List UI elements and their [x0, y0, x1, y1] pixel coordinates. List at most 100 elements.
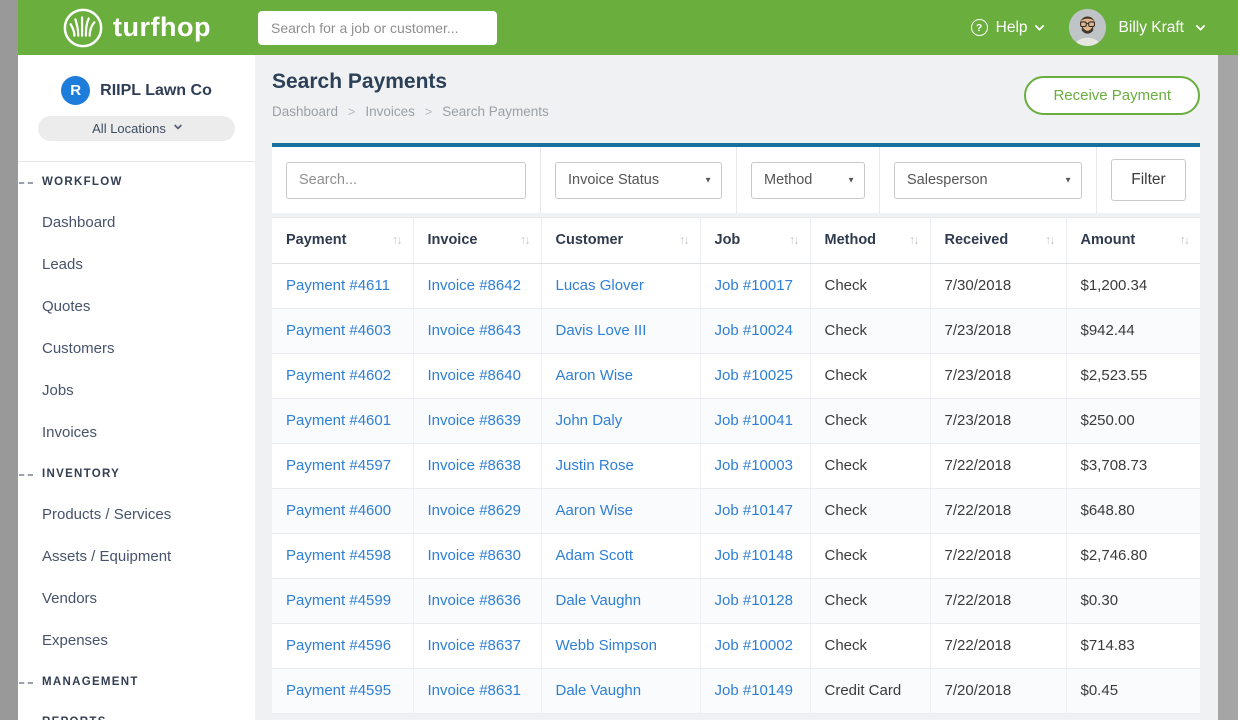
invoice-link[interactable]: Invoice #8642: [428, 277, 521, 294]
invoice-link[interactable]: Invoice #8643: [428, 322, 521, 339]
sidebar-item-leads[interactable]: Leads: [18, 244, 255, 286]
payment-link[interactable]: Payment #4598: [286, 547, 391, 564]
received-cell: 7/23/2018: [930, 308, 1066, 353]
customer-link[interactable]: Adam Scott: [556, 547, 634, 564]
location-selector[interactable]: All Locations: [38, 116, 235, 141]
payment-link[interactable]: Payment #4601: [286, 412, 391, 429]
filter-bar: Invoice Status Method Salesperson Filter: [272, 147, 1200, 213]
received-cell: 7/30/2018: [930, 263, 1066, 308]
payment-link[interactable]: Payment #4602: [286, 367, 391, 384]
salesperson-select[interactable]: Salesperson: [894, 162, 1082, 199]
sidebar-item-dashboard[interactable]: Dashboard: [18, 202, 255, 244]
help-label: Help: [996, 19, 1028, 37]
help-menu[interactable]: ? Help: [971, 19, 1043, 37]
received-cell: 7/20/2018: [930, 668, 1066, 713]
customer-link[interactable]: Aaron Wise: [556, 367, 634, 384]
method-cell: Check: [810, 533, 930, 578]
section-header-workflow: WORKFLOW: [18, 162, 255, 202]
customer-link[interactable]: Dale Vaughn: [556, 592, 642, 609]
job-link[interactable]: Job #10041: [715, 412, 793, 429]
payment-link[interactable]: Payment #4611: [286, 277, 390, 294]
filter-button[interactable]: Filter: [1111, 159, 1186, 201]
sidebar-item-jobs[interactable]: Jobs: [18, 370, 255, 412]
sidebar-item-customers[interactable]: Customers: [18, 328, 255, 370]
user-menu[interactable]: Billy Kraft: [1069, 9, 1204, 46]
left-gutter: [0, 0, 18, 720]
table-row: Payment #4602 Invoice #8640 Aaron Wise J…: [272, 353, 1200, 398]
job-link[interactable]: Job #10025: [715, 367, 793, 384]
invoice-link[interactable]: Invoice #8636: [428, 592, 521, 609]
job-link[interactable]: Job #10003: [715, 457, 793, 474]
payment-link[interactable]: Payment #4597: [286, 457, 391, 474]
app-frame: turfhop ? Help: [0, 0, 1238, 720]
job-link[interactable]: Job #10017: [715, 277, 793, 294]
topbar: turfhop ? Help: [18, 0, 1238, 55]
job-link[interactable]: Job #10024: [715, 322, 793, 339]
sidebar-item-vendors[interactable]: Vendors: [18, 578, 255, 620]
method-cell: Check: [810, 308, 930, 353]
sort-icon: [1045, 233, 1054, 247]
payment-link[interactable]: Payment #4599: [286, 592, 391, 609]
payment-link[interactable]: Payment #4595: [286, 682, 391, 699]
customer-link[interactable]: Dale Vaughn: [556, 682, 642, 699]
table-row: Payment #4598 Invoice #8630 Adam Scott J…: [272, 533, 1200, 578]
sidebar-item-products-services[interactable]: Products / Services: [18, 494, 255, 536]
invoice-link[interactable]: Invoice #8630: [428, 547, 521, 564]
payment-link[interactable]: Payment #4600: [286, 502, 391, 519]
table-row: Payment #4597 Invoice #8638 Justin Rose …: [272, 443, 1200, 488]
amount-cell: $250.00: [1066, 398, 1200, 443]
company-badge: R: [61, 76, 90, 105]
column-header-payment[interactable]: Payment: [272, 218, 413, 263]
topbar-right: ? Help Billy Kraf: [971, 9, 1238, 46]
help-icon: ?: [971, 19, 988, 36]
turfhop-logo[interactable]: turfhop: [18, 7, 255, 49]
customer-link[interactable]: Webb Simpson: [556, 637, 657, 654]
sidebar-item-assets-equipment[interactable]: Assets / Equipment: [18, 536, 255, 578]
column-header-customer[interactable]: Customer: [541, 218, 700, 263]
customer-link[interactable]: Aaron Wise: [556, 502, 634, 519]
invoice-link[interactable]: Invoice #8639: [428, 412, 521, 429]
sort-icon: [909, 233, 918, 247]
amount-cell: $0.45: [1066, 668, 1200, 713]
customer-link[interactable]: Justin Rose: [556, 457, 634, 474]
invoice-link[interactable]: Invoice #8629: [428, 502, 521, 519]
job-link[interactable]: Job #10147: [715, 502, 793, 519]
sidebar-item-quotes[interactable]: Quotes: [18, 286, 255, 328]
payment-link[interactable]: Payment #4603: [286, 322, 391, 339]
received-cell: 7/23/2018: [930, 353, 1066, 398]
breadcrumb: Dashboard Invoices Search Payments: [272, 104, 549, 119]
breadcrumb-dashboard[interactable]: Dashboard: [272, 104, 338, 119]
column-header-amount[interactable]: Amount: [1066, 218, 1200, 263]
sidebar-item-invoices[interactable]: Invoices: [18, 412, 255, 454]
breadcrumb-invoices[interactable]: Invoices: [338, 104, 415, 119]
invoice-link[interactable]: Invoice #8640: [428, 367, 521, 384]
table-row: Payment #4596 Invoice #8637 Webb Simpson…: [272, 623, 1200, 668]
column-header-received[interactable]: Received: [930, 218, 1066, 263]
job-link[interactable]: Job #10149: [715, 682, 793, 699]
job-link[interactable]: Job #10002: [715, 637, 793, 654]
method-select[interactable]: Method: [751, 162, 865, 199]
job-link[interactable]: Job #10148: [715, 547, 793, 564]
invoice-link[interactable]: Invoice #8638: [428, 457, 521, 474]
table-row: Payment #4600 Invoice #8629 Aaron Wise J…: [272, 488, 1200, 533]
table-row: Payment #4603 Invoice #8643 Davis Love I…: [272, 308, 1200, 353]
method-cell: Check: [810, 398, 930, 443]
global-search-input[interactable]: [258, 11, 497, 45]
column-header-method[interactable]: Method: [810, 218, 930, 263]
received-cell: 7/22/2018: [930, 533, 1066, 578]
column-header-job[interactable]: Job: [700, 218, 810, 263]
payment-link[interactable]: Payment #4596: [286, 637, 391, 654]
customer-link[interactable]: John Daly: [556, 412, 623, 429]
customer-link[interactable]: Lucas Glover: [556, 277, 644, 294]
sidebar-item-expenses[interactable]: Expenses: [18, 620, 255, 662]
customer-link[interactable]: Davis Love III: [556, 322, 647, 339]
invoice-link[interactable]: Invoice #8631: [428, 682, 521, 699]
table-search-input[interactable]: [286, 162, 526, 199]
amount-cell: $648.80: [1066, 488, 1200, 533]
job-link[interactable]: Job #10128: [715, 592, 793, 609]
invoice-status-select[interactable]: Invoice Status: [555, 162, 722, 199]
invoice-link[interactable]: Invoice #8637: [428, 637, 521, 654]
column-header-invoice[interactable]: Invoice: [413, 218, 541, 263]
amount-cell: $714.83: [1066, 623, 1200, 668]
receive-payment-button[interactable]: Receive Payment: [1024, 76, 1200, 115]
